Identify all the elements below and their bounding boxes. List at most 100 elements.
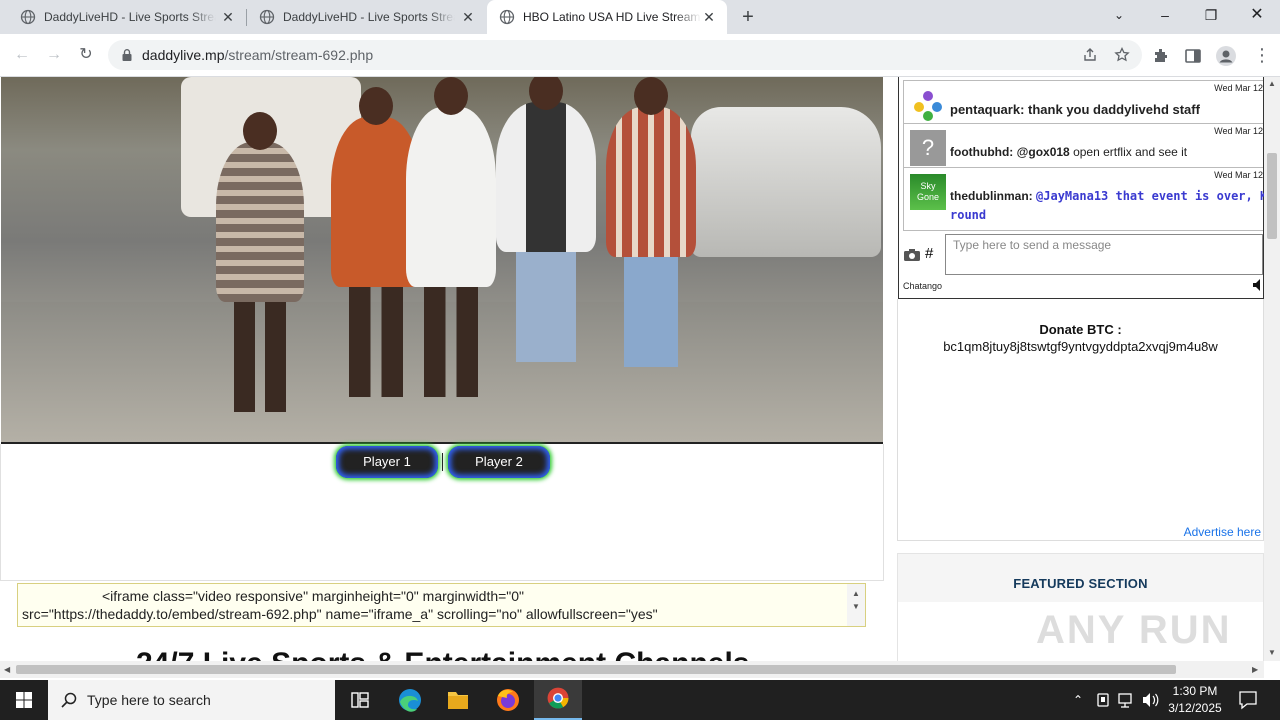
network-icon[interactable] (1116, 680, 1136, 720)
scrollbar-thumb[interactable] (1267, 153, 1277, 239)
tab-daddylive-1[interactable]: DaddyLiveHD - Live Sports Streaming ✕ (0, 0, 246, 34)
url-path: /stream/stream-692.php (224, 47, 374, 63)
back-icon[interactable]: ← (8, 41, 36, 69)
firefox-icon[interactable] (484, 680, 532, 720)
notifications-icon[interactable] (1236, 680, 1260, 720)
url-text: daddylive.mp/stream/stream-692.php (142, 47, 373, 63)
side-panel-icon[interactable] (1184, 47, 1202, 65)
search-icon (61, 692, 77, 708)
scroll-up-icon[interactable]: ▲ (1268, 79, 1276, 88)
page-vertical-scrollbar[interactable]: ▲ ▼ (1264, 77, 1280, 661)
message-text: thank you daddylivehd staff (1028, 102, 1200, 117)
edge-icon[interactable] (386, 680, 434, 720)
video-frame-person (606, 77, 696, 367)
forward-icon[interactable]: → (40, 41, 68, 69)
video-frame-car (691, 107, 881, 257)
chat-message-input[interactable]: Type here to send a message (945, 234, 1263, 275)
windows-start-icon[interactable] (0, 680, 48, 720)
device-icon[interactable] (1094, 680, 1112, 720)
message-date: Wed Mar 12 (1214, 126, 1263, 136)
speaker-icon[interactable] (1253, 279, 1263, 291)
taskbar-search[interactable]: Type here to search (48, 680, 335, 720)
page-viewport: Player 1 Player 2 <iframe class="video r… (0, 77, 1280, 661)
share-icon[interactable] (1082, 47, 1098, 63)
globe-icon (499, 9, 515, 25)
player-selector: Player 1 Player 2 (0, 444, 884, 581)
message-mention[interactable]: @gox018 (1017, 145, 1070, 159)
chatango-brand[interactable]: Chatango (903, 281, 942, 291)
featured-title: FEATURED SECTION (1013, 576, 1148, 591)
reload-icon[interactable]: ↻ (72, 41, 100, 69)
globe-icon (259, 9, 275, 25)
message-nick[interactable]: thedublinman: (950, 189, 1033, 203)
advertise-link[interactable]: Advertise here (1184, 525, 1261, 539)
windows-taskbar: Type here to search ⌃ 1:30 PM 3/12/2025 (0, 680, 1280, 720)
player-divider (442, 453, 443, 471)
restore-button[interactable]: ❐ (1188, 0, 1234, 30)
user-avatar[interactable] (910, 87, 946, 123)
hashtag-button[interactable]: # (925, 245, 933, 262)
chat-message: ? Wed Mar 12 foothubhd: @gox018 open ert… (903, 124, 1263, 168)
scrollbar-thumb[interactable] (16, 665, 1176, 674)
chat-message: Sky Gone Wed Mar 12 thedublinman: @JayMan… (903, 168, 1264, 231)
player-2-button[interactable]: Player 2 (448, 446, 550, 478)
url-domain: daddylive.mp (142, 47, 225, 63)
message-text: open ertflix and see it (1073, 145, 1188, 159)
player-1-button[interactable]: Player 1 (336, 446, 438, 478)
anyrun-watermark: ANY RUN (1036, 608, 1232, 652)
close-tab-icon[interactable]: ✕ (460, 9, 476, 25)
menu-kebab-icon[interactable]: ⋮ (1248, 41, 1276, 69)
video-frame-person (216, 112, 304, 412)
browser-toolbar: ← → ↻ daddylive.mp/stream/stream-692.php… (0, 34, 1280, 77)
tab-search-icon[interactable]: ⌄ (1096, 0, 1142, 30)
scroll-down-icon[interactable]: ▼ (1268, 648, 1276, 657)
profile-avatar-icon[interactable] (1215, 45, 1237, 67)
tab-title: DaddyLiveHD - Live Sports Streaming (44, 10, 216, 24)
chrome-icon[interactable] (534, 680, 582, 720)
message-date: Wed Mar 12 (1214, 170, 1263, 180)
section-heading: 24/7 Live Sports & Entertainment Channel… (136, 647, 750, 661)
task-view-icon[interactable] (336, 680, 384, 720)
file-explorer-icon[interactable] (434, 680, 482, 720)
default-avatar-icon[interactable]: ? (910, 130, 946, 166)
embed-code-line: src="https://thedaddy.to/embed/stream-69… (22, 606, 658, 622)
system-clock[interactable]: 1:30 PM 3/12/2025 (1160, 683, 1230, 717)
message-nick[interactable]: foothubhd: (950, 145, 1013, 159)
globe-icon (20, 9, 36, 25)
scroll-down-icon[interactable]: ▼ (852, 598, 860, 616)
close-tab-icon[interactable]: ✕ (220, 9, 236, 25)
page-horizontal-scrollbar[interactable]: ◀ ▶ (0, 661, 1264, 678)
new-tab-button[interactable]: + (736, 5, 760, 29)
tab-title: HBO Latino USA HD Live Streaming (523, 10, 701, 24)
close-window-button[interactable]: ✕ (1234, 0, 1280, 30)
tab-daddylive-2[interactable]: DaddyLiveHD - Live Sports Streaming ✕ (239, 0, 486, 34)
tab-strip: DaddyLiveHD - Live Sports Streaming ✕ Da… (0, 0, 1280, 34)
message-mention[interactable]: @JayMana13 that event is over, KO (1036, 189, 1264, 203)
scroll-left-icon[interactable]: ◀ (4, 665, 10, 674)
extensions-icon[interactable] (1152, 47, 1170, 65)
search-placeholder: Type here to search (87, 692, 211, 708)
message-nick[interactable]: pentaquark: (950, 102, 1024, 117)
video-frame-person (406, 77, 496, 397)
embed-code-textarea[interactable]: <iframe class="video responsive" marginh… (17, 583, 866, 627)
clock-time: 1:30 PM (1172, 684, 1218, 698)
tab-title: DaddyLiveHD - Live Sports Streaming (283, 10, 455, 24)
show-hidden-icons-icon[interactable]: ⌃ (1070, 680, 1086, 720)
scroll-right-icon[interactable]: ▶ (1252, 665, 1258, 674)
camera-icon[interactable] (903, 248, 921, 262)
video-player[interactable] (1, 77, 883, 444)
video-frame-person (496, 77, 596, 362)
tab-hbo-latino[interactable]: HBO Latino USA HD Live Streaming ✕ (487, 0, 727, 34)
volume-icon[interactable] (1140, 680, 1160, 720)
close-tab-icon[interactable]: ✕ (701, 9, 717, 25)
textarea-scrollbar[interactable]: ▲ ▼ (847, 584, 865, 626)
chat-message: Wed Mar 12 pentaquark: thank you daddyli… (903, 80, 1263, 124)
bookmark-star-icon[interactable] (1114, 47, 1130, 63)
user-avatar[interactable]: Sky Gone (910, 174, 946, 210)
minimize-button[interactable]: – (1142, 0, 1188, 30)
embed-code-line: <iframe class="video responsive" marginh… (102, 588, 525, 604)
message-date: Wed Mar 12 (1214, 83, 1263, 93)
message-line: foothubhd: @gox018 open ertflix and see … (950, 145, 1187, 159)
address-bar[interactable]: daddylive.mp/stream/stream-692.php (108, 40, 1142, 70)
lock-icon[interactable] (120, 48, 134, 62)
